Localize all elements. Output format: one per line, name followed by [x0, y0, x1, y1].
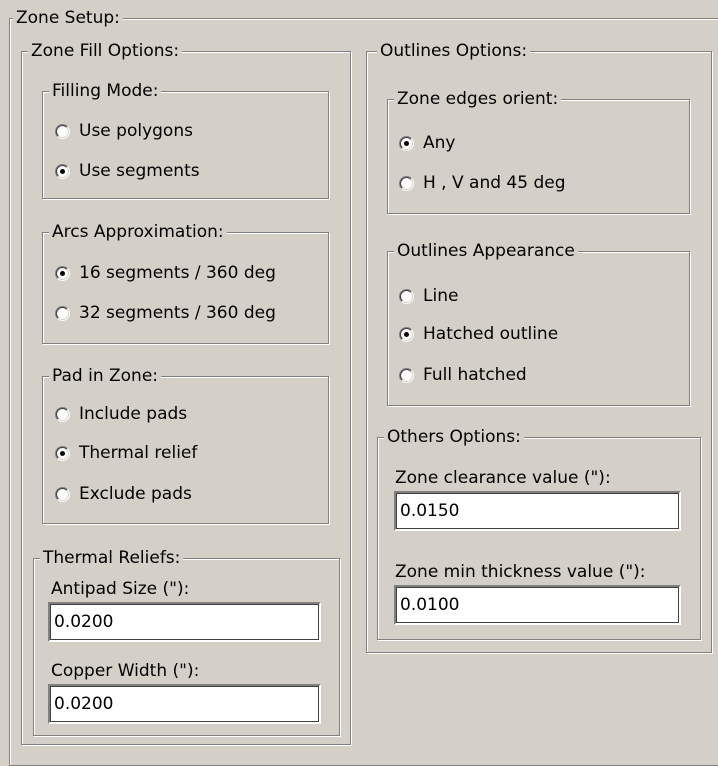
zone-setup-title: Zone Setup: [13, 8, 123, 28]
radio-button-icon[interactable] [399, 135, 414, 151]
radio-label: 16 segments / 360 deg [79, 263, 276, 283]
others-options-title: Others Options: [384, 427, 524, 447]
radio-label: 32 segments / 360 deg [79, 303, 276, 323]
radio-label: Exclude pads [79, 484, 192, 504]
radio-button-icon[interactable] [55, 406, 70, 422]
radio-button-icon[interactable] [55, 486, 70, 502]
antipad-size-input[interactable] [50, 604, 319, 640]
radio-use-segments[interactable]: Use segments [55, 159, 200, 183]
copper-width-label: Copper Width ("): [51, 661, 200, 681]
zone-min-thickness-field[interactable] [394, 585, 681, 625]
zone-clearance-label: Zone clearance value ("): [395, 468, 611, 488]
radio-label: Use segments [79, 161, 200, 181]
radio-button-icon[interactable] [55, 445, 70, 461]
pad-in-zone-title: Pad in Zone: [49, 366, 162, 386]
radio-label: Hatched outline [423, 324, 559, 344]
radio-include-pads[interactable]: Include pads [55, 402, 187, 426]
radio-full-hatched[interactable]: Full hatched [399, 363, 527, 387]
outlines-options-title: Outlines Options: [377, 41, 531, 61]
copper-width-input[interactable] [50, 686, 319, 722]
radio-label: Any [423, 133, 456, 153]
radio-thermal-relief[interactable]: Thermal relief [55, 441, 197, 465]
radio-label: Full hatched [423, 365, 527, 385]
zone-clearance-field[interactable] [394, 491, 681, 531]
thermal-reliefs-title: Thermal Reliefs: [40, 548, 184, 568]
radio-hatched-outline[interactable]: Hatched outline [399, 322, 558, 346]
radio-button-icon[interactable] [399, 175, 414, 191]
radio-32-segments[interactable]: 32 segments / 360 deg [55, 301, 276, 325]
antipad-size-field[interactable] [48, 602, 321, 642]
outlines-appearance-title: Outlines Appearance [394, 241, 578, 261]
zone-clearance-input[interactable] [396, 493, 679, 529]
filling-mode-title: Filling Mode: [49, 81, 162, 101]
radio-button-icon[interactable] [55, 265, 70, 281]
zone-fill-options-title: Zone Fill Options: [28, 41, 183, 61]
copper-width-field[interactable] [48, 684, 321, 724]
radio-label: H , V and 45 deg [423, 173, 566, 193]
zone-edges-orient-title: Zone edges orient: [394, 89, 562, 109]
radio-button-icon[interactable] [55, 163, 70, 179]
radio-16-segments[interactable]: 16 segments / 360 deg [55, 261, 276, 285]
antipad-size-label: Antipad Size ("): [51, 579, 190, 599]
zone-edges-orient-group: Zone edges orient: [387, 89, 690, 214]
radio-button-icon[interactable] [399, 367, 414, 383]
radio-use-polygons[interactable]: Use polygons [55, 119, 193, 143]
radio-button-icon[interactable] [399, 288, 414, 304]
radio-exclude-pads[interactable]: Exclude pads [55, 482, 192, 506]
zone-min-thickness-input[interactable] [396, 587, 679, 623]
radio-label: Line [423, 286, 459, 306]
radio-h-v-45-deg[interactable]: H , V and 45 deg [399, 171, 566, 195]
radio-label: Include pads [79, 404, 188, 424]
radio-label: Use polygons [79, 121, 193, 141]
arcs-approximation-group: Arcs Approximation: [42, 222, 329, 344]
radio-button-icon[interactable] [55, 123, 70, 139]
radio-line[interactable]: Line [399, 284, 458, 308]
zone-min-thickness-label: Zone min thickness value ("): [395, 562, 646, 582]
radio-button-icon[interactable] [55, 305, 70, 321]
radio-any[interactable]: Any [399, 131, 455, 155]
arcs-approximation-title: Arcs Approximation: [49, 222, 227, 242]
radio-button-icon[interactable] [399, 326, 414, 342]
radio-label: Thermal relief [79, 443, 198, 463]
